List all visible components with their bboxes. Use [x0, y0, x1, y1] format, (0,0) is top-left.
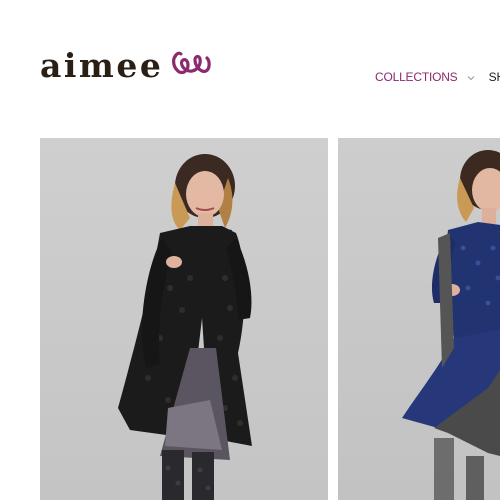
- loop-mark-icon: [171, 48, 212, 83]
- nav-item-shop[interactable]: SHO: [489, 70, 500, 84]
- chevron-down-icon: [467, 70, 475, 84]
- model-black-coat-photo[interactable]: [40, 138, 328, 500]
- product-gallery: [0, 138, 500, 500]
- site-header: aimee COLLECTIONS SHO: [0, 0, 500, 138]
- nav-item-collections[interactable]: COLLECTIONS: [375, 70, 475, 84]
- brand-logo[interactable]: aimee: [40, 46, 212, 85]
- nav-item-label: SHO: [488, 70, 500, 84]
- main-nav: COLLECTIONS SHO: [375, 70, 500, 84]
- nav-item-label: COLLECTIONS: [375, 70, 458, 84]
- brand-name: aimee: [40, 46, 164, 85]
- model-blue-dress-photo[interactable]: [338, 138, 500, 500]
